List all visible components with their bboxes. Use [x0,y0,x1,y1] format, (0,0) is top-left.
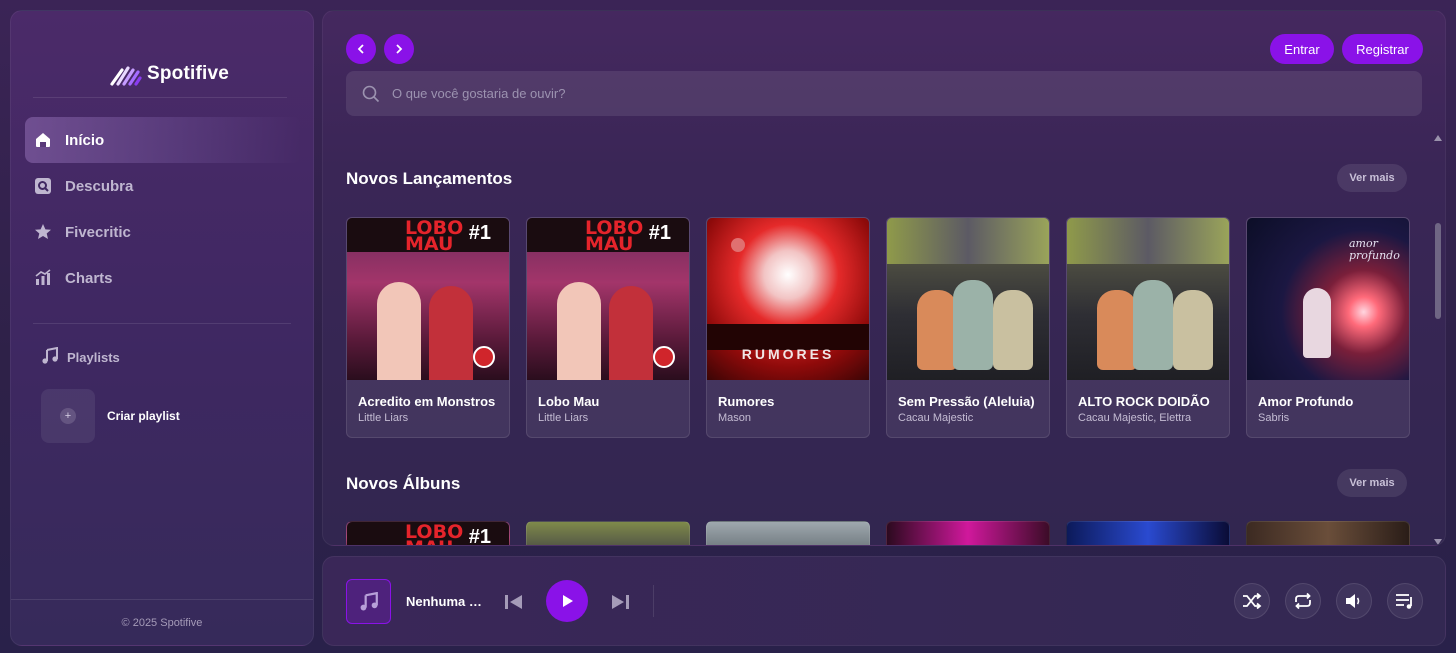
previous-button[interactable] [503,591,525,613]
music-note-icon [41,346,59,368]
album-card[interactable] [1246,521,1410,545]
see-more-button[interactable]: Ver mais [1337,469,1407,497]
nav-item-descubra[interactable]: Descubra [25,163,301,209]
card-artist: Little Liars [538,412,589,424]
nav-label: Descubra [65,177,134,195]
card-title: Amor Profundo [1258,394,1354,409]
nav-label: Início [65,131,105,149]
album-card[interactable] [886,521,1050,545]
album-cover [887,218,1049,380]
register-button[interactable]: Registrar [1342,34,1423,64]
album-cover: LOBO MAU #1 [347,218,509,380]
search-input[interactable] [392,86,1292,101]
see-more-button[interactable]: Ver mais [1337,164,1407,192]
card-artist: Sabris [1258,412,1290,424]
sidebar: Spotifive Início Descubra Fivecritic Cha… [10,10,314,646]
create-playlist-label: Criar playlist [107,409,180,423]
search-bar [346,71,1422,116]
music-note-icon [360,591,378,610]
card-title: Sem Pressão (Aleluia) [898,394,1035,409]
forward-button[interactable] [384,34,414,64]
discover-icon [33,176,53,196]
main-nav: Início Descubra Fivecritic Charts [25,117,301,301]
queue-button[interactable] [1387,583,1423,619]
release-card[interactable]: LOBO MAU #1 Acredito em Monstros Little … [346,217,510,438]
skip-next-icon [612,595,629,609]
album-cover [1067,218,1229,380]
card-artist: Mason [718,412,752,424]
main-panel: Entrar Registrar Novos Lançamentos Ver m… [322,10,1446,546]
card-title: Acredito em Monstros [358,394,496,409]
app-name: Spotifive [147,63,230,84]
logo-mark-icon [110,66,142,86]
create-playlist-button[interactable]: + Criar playlist [41,389,180,443]
plus-icon: + [60,408,76,424]
card-title: Lobo Mau [538,394,600,409]
playlists-label: Playlists [67,350,120,365]
album-cover: amor profundo [1247,218,1409,380]
nav-item-fivecritic[interactable]: Fivecritic [25,209,301,255]
release-card[interactable]: amor profundo Amor Profundo Sabris [1246,217,1410,438]
album-cover: LOBO MAU #1 [527,218,689,380]
skip-previous-icon [505,595,522,609]
queue-icon [1396,594,1412,609]
nav-label: Charts [65,269,113,287]
now-playing-artwork [346,579,391,624]
repeat-button[interactable] [1285,583,1321,619]
divider [653,585,654,617]
shuffle-button[interactable] [1234,583,1270,619]
shuffle-icon [1243,593,1262,609]
chevron-left-icon [357,44,364,54]
scroll-thumb[interactable] [1435,223,1441,319]
album-card[interactable] [526,521,690,545]
nav-label: Fivecritic [65,223,131,241]
now-playing-title: Nenhuma música [406,594,482,609]
scrollbar[interactable] [1433,131,1443,545]
back-button[interactable] [346,34,376,64]
star-icon [33,222,53,242]
search-icon [362,85,380,102]
release-card[interactable]: LOBO MAU #1 Lobo Mau Little Liars [526,217,690,438]
release-card[interactable]: ALTO ROCK DOIDÃO Cacau Majestic, Elettra [1066,217,1230,438]
app-logo[interactable]: Spotifive [109,59,229,89]
album-card[interactable] [1066,521,1230,545]
album-card[interactable]: LOBO MAU #1 [346,521,510,545]
nav-item-charts[interactable]: Charts [25,255,301,301]
section-title-new-albums: Novos Álbuns [346,474,461,493]
new-releases-row: LOBO MAU #1 Acredito em Monstros Little … [346,217,1410,438]
new-albums-row: LOBO MAU #1 [346,521,1410,545]
divider [33,323,291,324]
divider [33,97,287,98]
album-card[interactable] [706,521,870,545]
nav-item-inicio[interactable]: Início [25,117,301,163]
scroll-down-arrow-icon[interactable] [1434,539,1442,545]
section-title-new-releases: Novos Lançamentos [346,169,513,188]
chart-icon [33,268,53,288]
volume-icon [1346,594,1360,608]
release-card[interactable]: Sem Pressão (Aleluia) Cacau Majestic [886,217,1050,438]
home-icon [33,130,53,150]
divider [11,599,313,600]
repeat-icon [1295,593,1311,609]
scroll-up-arrow-icon[interactable] [1434,135,1442,141]
login-button[interactable]: Entrar [1270,34,1334,64]
card-artist: Little Liars [358,412,409,424]
next-button[interactable] [609,591,631,613]
card-artist: Cacau Majestic [898,412,974,424]
play-icon [563,595,573,607]
card-title: Rumores [718,394,775,409]
play-button[interactable] [546,580,588,622]
chevron-right-icon [396,44,403,54]
card-artist: Cacau Majestic, Elettra [1078,412,1192,424]
copyright: © 2025 Spotifive [121,617,203,629]
player-bar: Nenhuma música [322,556,1446,646]
volume-button[interactable] [1336,583,1372,619]
album-cover: RUMORES [707,218,869,380]
playlists-header: Playlists [41,346,120,368]
release-card[interactable]: RUMORES Rumores Mason [706,217,870,438]
card-title: ALTO ROCK DOIDÃO [1078,394,1210,409]
create-playlist-thumb: + [41,389,95,443]
